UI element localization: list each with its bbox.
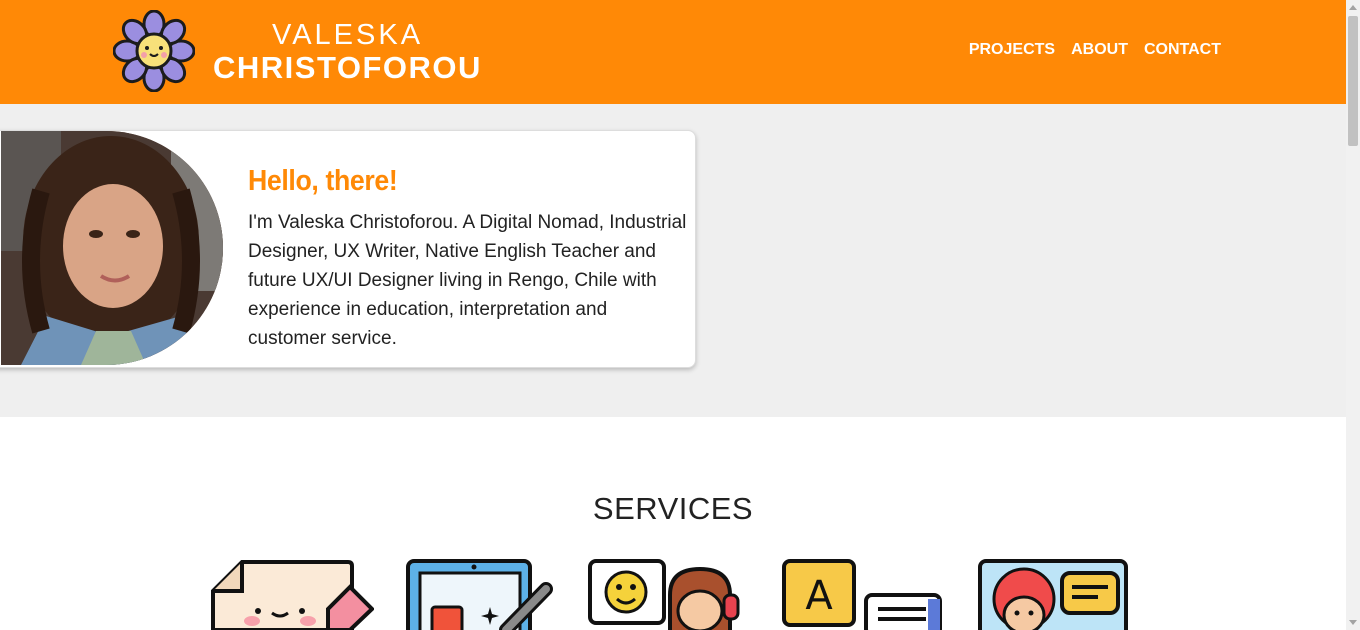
- site-header: VALESKA CHRISTOFOROU PROJECTS ABOUT CONT…: [0, 0, 1346, 104]
- main-nav: PROJECTS ABOUT CONTACT: [969, 40, 1221, 60]
- scroll-thumb[interactable]: [1348, 16, 1358, 146]
- brand-last-name: CHRISTOFOROU: [213, 50, 482, 85]
- flower-logo-icon[interactable]: [113, 10, 195, 92]
- intro-text: I'm Valeska Christoforou. A Digital Noma…: [248, 212, 687, 349]
- nav-projects-link[interactable]: PROJECTS: [969, 40, 1055, 60]
- intro-title: Hello, there!: [248, 165, 398, 197]
- writing-icon: [211, 560, 374, 630]
- intro-card: Hello, there! I'm Valeska Christoforou. …: [0, 130, 696, 368]
- services-section: SERVICES A: [0, 417, 1346, 630]
- tablet-design-icon: [406, 559, 553, 630]
- brand-first-name: VALESKA: [272, 19, 424, 51]
- profile-photo-image: [1, 131, 223, 365]
- translation-icon: A: [782, 559, 942, 630]
- scroll-up-arrow-icon[interactable]: [1349, 5, 1357, 10]
- nav-about-link[interactable]: ABOUT: [1071, 40, 1128, 60]
- profile-photo: [1, 131, 223, 365]
- nav-contact-link[interactable]: CONTACT: [1144, 40, 1221, 60]
- customer-service-icon: [588, 559, 740, 630]
- services-title: SERVICES: [592, 491, 754, 526]
- video-teaching-icon: [978, 559, 1128, 630]
- scroll-down-arrow-icon[interactable]: [1349, 620, 1357, 625]
- brand-name[interactable]: VALESKA CHRISTOFOROU: [213, 18, 482, 84]
- svg-text:A: A: [805, 573, 833, 619]
- page-scrollbar[interactable]: [1346, 0, 1360, 630]
